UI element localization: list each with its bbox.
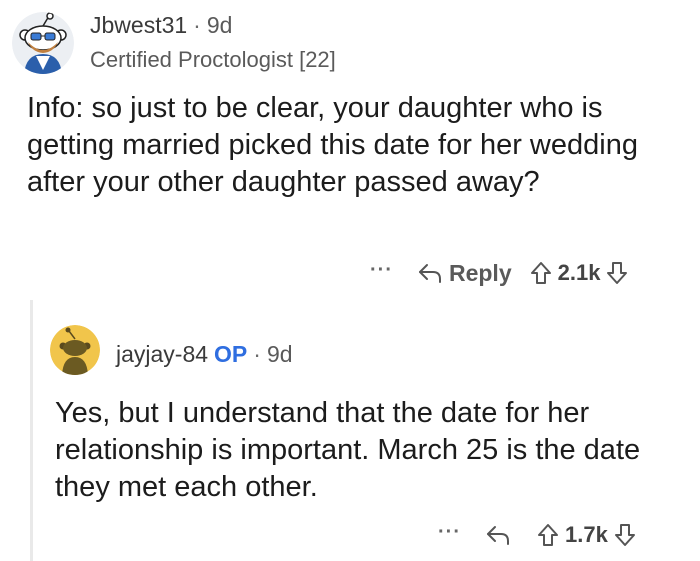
reply-arrow-icon — [417, 262, 443, 284]
comment-meta: jayjay-84 OP · 9d — [116, 343, 293, 366]
op-badge: OP — [214, 341, 248, 367]
more-options-button[interactable]: ··· — [438, 521, 461, 544]
user-flair: Certified Proctologist [22] — [90, 47, 336, 72]
downvote-arrow-icon[interactable] — [606, 261, 628, 285]
username[interactable]: jayjay-84 — [116, 341, 208, 367]
reply-arrow-icon — [485, 524, 511, 546]
snoo-avatar-icon[interactable] — [50, 325, 100, 375]
comment-age: 9d — [266, 341, 293, 367]
comment-actions: ··· 1.7k — [438, 520, 636, 550]
thread-line[interactable] — [30, 300, 33, 561]
vote-count: 1.7k — [564, 522, 608, 547]
username[interactable]: Jbwest31 — [90, 12, 187, 38]
separator-dot: · — [193, 12, 201, 38]
reply-label: Reply — [448, 259, 512, 286]
comment-body: Yes, but I understand that the date for … — [55, 397, 641, 503]
vote-count: 2.1k — [557, 260, 601, 285]
reply-button[interactable] — [485, 524, 511, 546]
snoo-avatar-icon[interactable] — [12, 12, 74, 74]
upvote-arrow-icon[interactable] — [530, 261, 552, 285]
downvote-arrow-icon[interactable] — [614, 523, 636, 547]
comment-meta: Jbwest31 · 9d — [90, 14, 232, 37]
reply-button[interactable]: Reply — [417, 260, 512, 287]
comment-actions: ··· Reply 2.1k — [370, 258, 628, 288]
more-options-button[interactable]: ··· — [370, 259, 393, 282]
upvote-arrow-icon[interactable] — [537, 523, 559, 547]
separator-dot: · — [253, 341, 261, 367]
comment-body: Info: so just to be clear, your daughter… — [27, 92, 638, 198]
comment-age: 9d — [206, 12, 233, 38]
